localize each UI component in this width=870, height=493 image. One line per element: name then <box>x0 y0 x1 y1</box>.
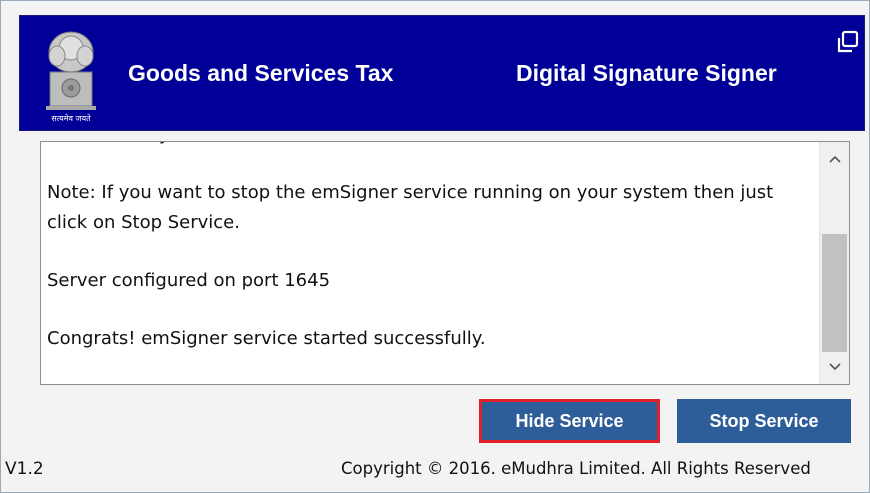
product-title: Digital Signature Signer <box>516 60 777 86</box>
copyright-text: Copyright © 2016. eMudhra Limited. All R… <box>341 459 811 478</box>
service-log-textbox[interactable]: automatically. Note: If you want to stop… <box>40 141 850 385</box>
log-line: automatically. <box>47 142 817 150</box>
stop-service-button[interactable]: Stop Service <box>677 399 851 443</box>
svg-text:सत्यमेव जयते: सत्यमेव जयते <box>51 113 91 123</box>
restore-window-icon[interactable] <box>836 30 860 54</box>
app-window: सत्यमेव जयते Goods and Services Tax Digi… <box>0 0 870 493</box>
log-line: Congrats! emSigner service started succe… <box>47 328 486 349</box>
scroll-up-icon[interactable] <box>820 142 849 176</box>
vertical-scrollbar[interactable] <box>819 142 849 384</box>
scroll-thumb[interactable] <box>822 234 847 352</box>
hide-service-button[interactable]: Hide Service <box>479 399 660 443</box>
app-title: Goods and Services Tax <box>128 60 394 86</box>
log-content: automatically. Note: If you want to stop… <box>47 142 817 382</box>
national-emblem-icon: सत्यमेव जयते <box>46 31 96 123</box>
header-banner: सत्यमेव जयते Goods and Services Tax Digi… <box>19 15 865 131</box>
log-line: Note: If you want to stop the emSigner s… <box>47 182 774 233</box>
log-line: Server configured on port 1645 <box>47 270 331 291</box>
scroll-down-icon[interactable] <box>820 350 849 384</box>
version-label: V1.2 <box>5 459 44 479</box>
